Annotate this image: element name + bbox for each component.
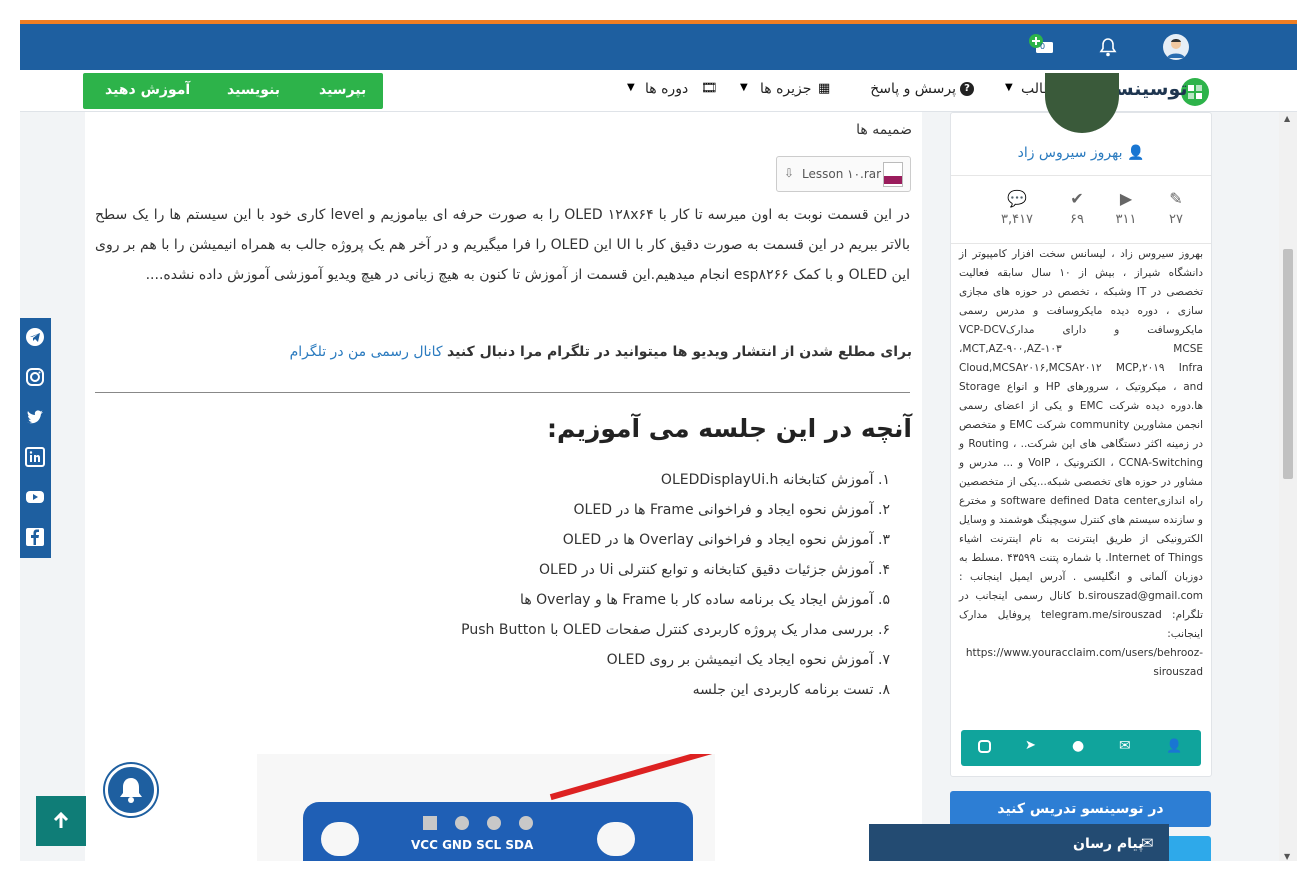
pin — [455, 816, 469, 830]
pin — [423, 816, 437, 830]
back-to-top-button[interactable] — [36, 796, 86, 846]
ask-link[interactable]: بپرسید — [319, 82, 366, 98]
facebook-icon[interactable] — [24, 526, 46, 548]
stat-articles: ✎ ۲۷ — [1156, 189, 1196, 227]
rar-file-icon — [883, 162, 903, 187]
instagram-icon[interactable] — [978, 740, 991, 753]
stat-value: ۶۹ — [1070, 212, 1084, 227]
instagram-icon[interactable] — [24, 366, 46, 388]
write-link[interactable]: بنویسید — [227, 82, 280, 98]
bell-icon — [120, 778, 142, 803]
oled-board-image: VCC GND SCL SDA — [257, 754, 715, 861]
telegram-note: برای مطلع شدن از انتشار ویدیو ها میتوانی… — [290, 344, 912, 360]
bell-icon[interactable] — [1099, 37, 1117, 57]
list-item: ۴. آموزش جزئیات دقیق کتابخانه و توابع کن… — [539, 562, 890, 578]
attachment-label: Lesson ۱۰.rar — [802, 167, 882, 181]
nav-label: جزیره ها — [760, 81, 812, 97]
section-title: آنچه در این جلسه می آموزیم: — [546, 414, 912, 443]
telegram-icon[interactable] — [24, 326, 46, 348]
telegram-icon[interactable]: ➤ — [1025, 738, 1036, 753]
pcb-board: VCC GND SCL SDA — [303, 802, 693, 861]
chevron-down-icon: ▼ — [627, 82, 635, 93]
teach-link[interactable]: آموزش دهید — [105, 82, 190, 98]
chevron-down-icon: ▼ — [1005, 82, 1013, 93]
mount-hole — [597, 822, 635, 856]
author-photo[interactable] — [1045, 73, 1119, 133]
nav-item-qa[interactable]: ? پرسش و پاسخ — [860, 80, 980, 102]
author-name: بهروز سیروس زاد — [1017, 145, 1123, 161]
youtube-icon[interactable] — [24, 486, 46, 508]
film-icon: 🎞 — [701, 81, 718, 96]
scrollbar-thumb[interactable] — [1283, 249, 1293, 479]
attachments-title: ضمیمه ها — [856, 122, 912, 138]
teach-button[interactable]: در توسینسو تدریس کنید — [950, 791, 1211, 827]
browser-viewport: 0 توسینسو 🖹 مطالب ▼ ? پرسش و پاسخ ▦ جزیر… — [20, 20, 1297, 861]
stat-value: ۳,۴۱۷ — [1000, 212, 1034, 227]
list-item: ۵. آموزش ایجاد یک برنامه ساده کار با Fra… — [520, 592, 890, 608]
globe-icon[interactable]: ● — [1072, 738, 1084, 754]
attachment-file[interactable]: Lesson ۱۰.rar ⇩ — [776, 156, 911, 192]
action-bar: بپرسید بنویسید آموزش دهید — [83, 73, 383, 109]
chevron-down-icon: ▼ — [740, 82, 748, 93]
author-bio: بهروز سیروس زاد ، لیسانس سخت افزار کامپی… — [959, 248, 1204, 678]
sitemap-icon: ▦ — [818, 81, 831, 96]
nav-label: دوره ها — [645, 81, 689, 97]
author-card: 👤 بهروز سیروس زاد ✎ ۲۷ ▶ ۳۱۱ ✔ ۶۹ 💬 ۳,۴۱… — [950, 73, 1212, 777]
arrow-up-icon — [53, 811, 69, 828]
author-social-bar: 👤 ✉ ● ➤ — [961, 730, 1201, 766]
social-share-strip — [20, 318, 51, 558]
user-avatar[interactable] — [1163, 34, 1189, 60]
wallet-badge: 0 — [1040, 42, 1046, 51]
author-divider — [951, 243, 1211, 244]
comment-icon: 💬 — [1007, 189, 1027, 208]
pin — [487, 816, 501, 830]
top-bar: 0 — [20, 24, 1297, 70]
download-icon: ⇩ — [784, 166, 795, 180]
telegram-text: برای مطلع شدن از انتشار ویدیو ها میتوانی… — [447, 344, 912, 360]
list-item: ۸. تست برنامه کاربردی این جلسه — [692, 682, 890, 698]
scroll-down-arrow[interactable]: ▼ — [1284, 852, 1290, 861]
mount-hole — [321, 822, 359, 856]
list-item: ۱. آموزش کتابخانه OLEDDisplayUi.h — [660, 472, 890, 488]
list-item: ۶. بررسی مدار یک پروژه کاربردی کنترل صفح… — [461, 622, 890, 638]
question-circle-icon: ? — [960, 82, 974, 96]
check-icon: ✔ — [1070, 189, 1084, 208]
stat-videos: ▶ ۳۱۱ — [1106, 189, 1146, 227]
divider — [95, 392, 910, 393]
notification-bell-button[interactable] — [105, 764, 157, 816]
add-user-icon[interactable]: 👤 — [1166, 739, 1182, 754]
stat-answers: ✔ ۶۹ — [1057, 189, 1097, 227]
email-icon[interactable]: ✉ — [1119, 738, 1131, 754]
pin — [519, 816, 533, 830]
article-content: ضمیمه ها Lesson ۱۰.rar ⇩ در این قسمت نوب… — [85, 112, 922, 861]
pencil-icon: ✎ — [1169, 189, 1183, 208]
nav-item-courses[interactable]: 🎞 دوره ها ▼ — [627, 80, 722, 102]
list-item: ۲. آموزش نحوه ایجاد و فراخوانی Frame ها … — [573, 502, 890, 518]
list-item: ۷. آموزش نحوه ایجاد یک انیمیشن بر روی OL… — [606, 652, 890, 668]
twitter-icon[interactable] — [24, 406, 46, 428]
stat-value: ۲۷ — [1169, 212, 1183, 227]
play-icon: ▶ — [1119, 189, 1133, 208]
user-icon: 👤 — [1126, 145, 1145, 161]
stat-value: ۳۱۱ — [1115, 212, 1137, 227]
nav-label: پرسش و پاسخ — [870, 81, 956, 97]
messenger-label: پیام رسان — [1073, 836, 1144, 852]
nav-item-islands[interactable]: ▦ جزیره ها ▼ — [740, 80, 840, 102]
linkedin-icon[interactable] — [24, 446, 46, 468]
red-wire — [549, 754, 715, 801]
author-name-row[interactable]: 👤 بهروز سیروس زاد — [951, 145, 1211, 161]
telegram-channel-link[interactable]: کانال رسمی من در تلگرام — [290, 344, 443, 360]
pin-labels: VCC GND SCL SDA — [411, 838, 534, 852]
messenger-widget[interactable]: ✉ پیام رسان — [869, 824, 1169, 861]
scrollbar[interactable]: ▲ ▼ — [1279, 112, 1297, 861]
author-divider — [951, 175, 1211, 176]
stat-comments: 💬 ۳,۴۱۷ — [987, 189, 1047, 227]
list-item: ۳. آموزش نحوه ایجاد و فراخوانی Overlay ه… — [562, 532, 890, 548]
wallet-icon[interactable]: 0 — [1028, 32, 1056, 58]
intro-paragraph: در این قسمت نوبت به اون میرسه تا کار با … — [95, 207, 910, 283]
scroll-up-arrow[interactable]: ▲ — [1284, 114, 1290, 123]
